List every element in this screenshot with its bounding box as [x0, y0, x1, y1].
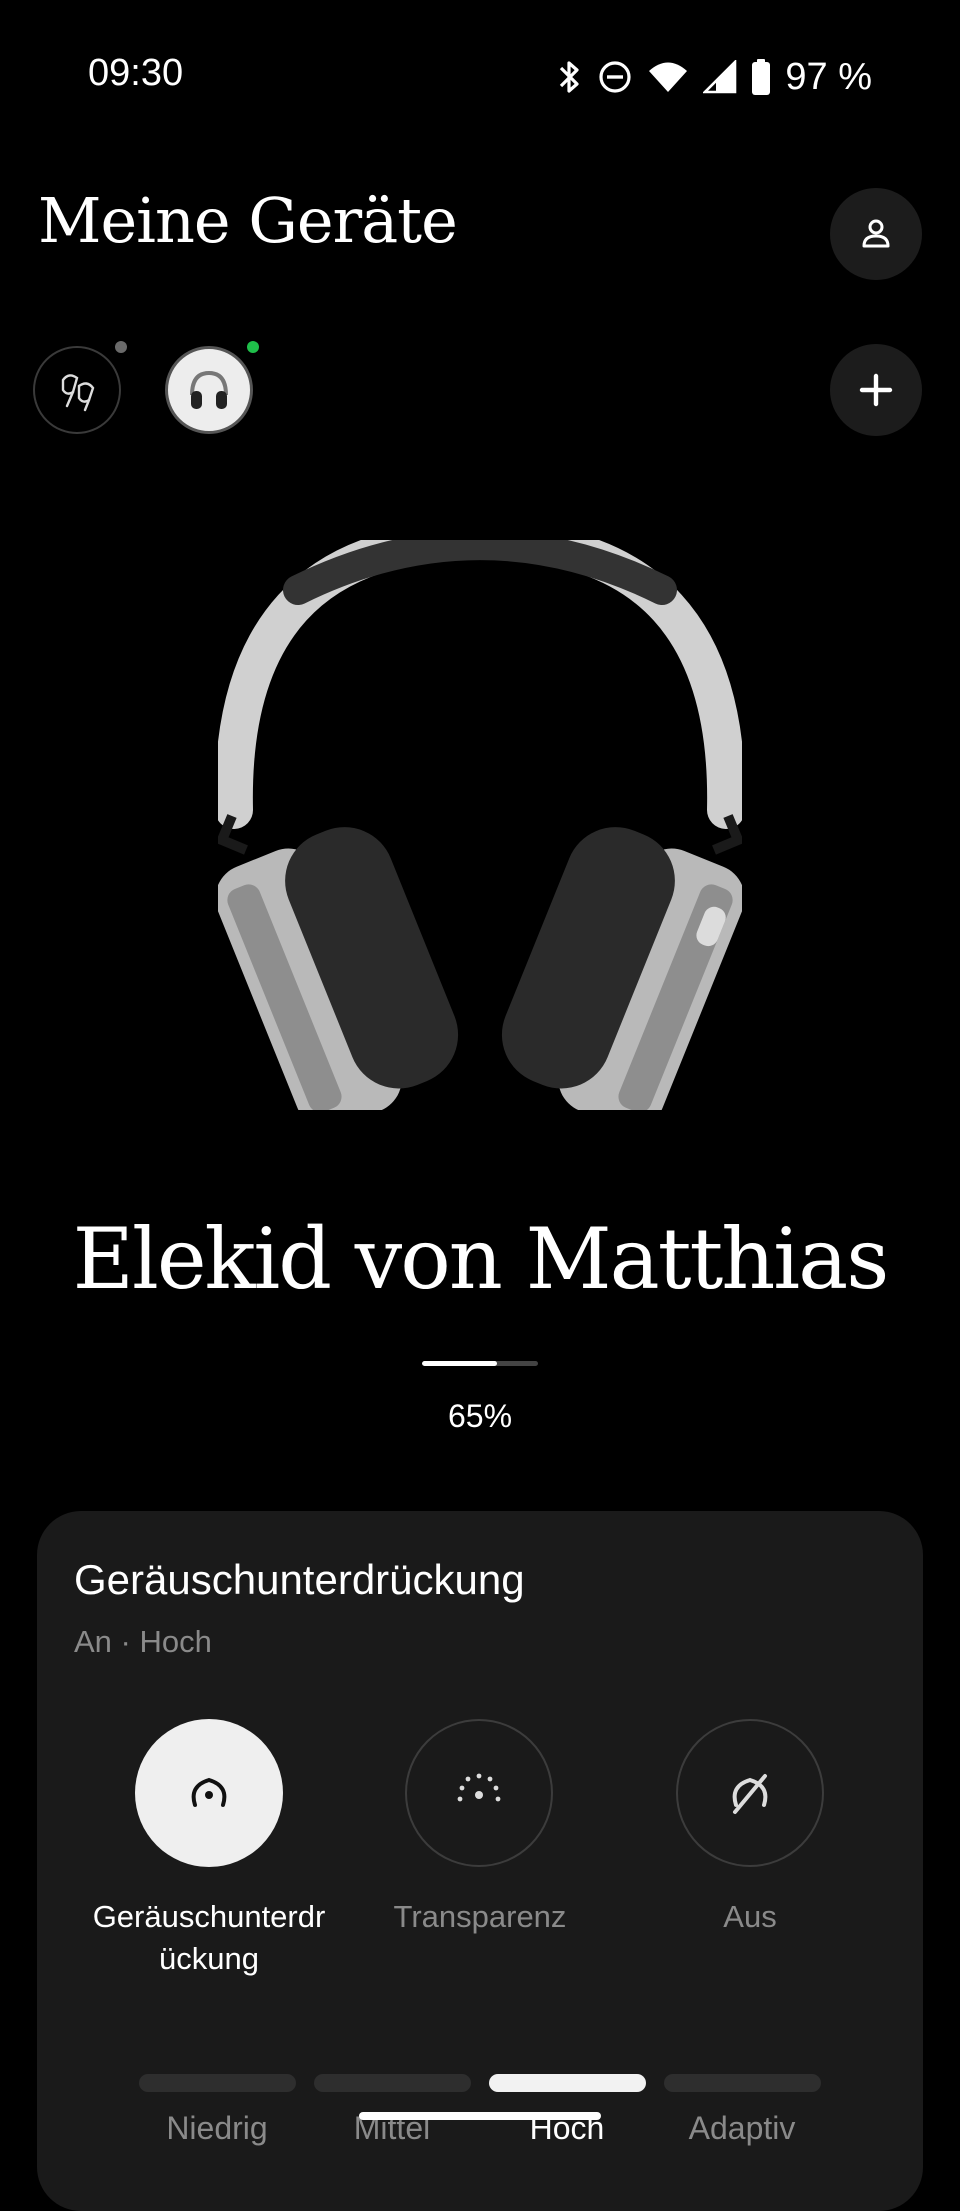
gesture-navigation-bar[interactable]	[359, 2112, 601, 2120]
device-thumb-earbuds[interactable]	[33, 346, 121, 434]
earbuds-icon	[61, 374, 95, 412]
mode-label-off: Aus	[723, 1899, 777, 1934]
plus-icon	[859, 373, 893, 407]
mode-label-line: Geräuschunterdr ückung	[92, 1899, 326, 1976]
mode-label-noise-cancelling: Geräuschunterdr ückung	[59, 1896, 359, 1980]
battery-icon	[752, 59, 771, 95]
person-icon	[862, 219, 890, 248]
battery-bar-fill	[422, 1361, 498, 1366]
level-bar-hoch[interactable]	[489, 2074, 646, 2092]
level-bar-adaptiv[interactable]	[664, 2074, 821, 2092]
bluetooth-icon	[560, 61, 579, 93]
mode-off-button[interactable]	[676, 1719, 824, 1867]
do-not-disturb-icon	[599, 61, 631, 93]
level-label-adaptiv[interactable]: Adaptiv	[642, 2110, 842, 2147]
page-title: Meine Geräte	[38, 184, 458, 257]
level-bar-niedrig[interactable]	[139, 2074, 296, 2092]
level-bar-mittel[interactable]	[314, 2074, 471, 2092]
battery-percent: 65%	[447, 1398, 513, 1434]
noise-cancelling-icon	[191, 1777, 227, 1807]
profile-button[interactable]	[830, 188, 922, 280]
add-device-button[interactable]	[830, 344, 922, 436]
mode-transparency-button[interactable]	[405, 1719, 553, 1867]
off-icon	[732, 1774, 768, 1814]
device-status-dot-earbuds	[115, 341, 127, 353]
headphones-icon	[190, 370, 228, 409]
noise-control-subtitle: An · Hoch	[74, 1624, 212, 1659]
battery-bar	[422, 1361, 538, 1366]
device-thumb-headphones[interactable]	[165, 346, 253, 434]
wifi-icon	[649, 62, 688, 92]
mode-label-transparency: Transparenz	[393, 1899, 567, 1934]
status-time: 09:30	[88, 52, 184, 94]
headphones-image	[218, 540, 742, 1110]
mode-noise-cancelling-button[interactable]	[135, 1719, 283, 1867]
level-label-niedrig[interactable]: Niedrig	[117, 2110, 317, 2147]
signal-icon	[703, 60, 737, 94]
noise-control-title: Geräuschunterdrückung	[74, 1556, 525, 1603]
device-name: Elekid von Matthias	[72, 1210, 890, 1308]
device-status-dot-headphones	[247, 341, 259, 353]
status-battery-text: 97 %	[785, 55, 872, 98]
transparency-icon	[457, 1773, 501, 1802]
status-icons: 97 %	[557, 52, 872, 102]
